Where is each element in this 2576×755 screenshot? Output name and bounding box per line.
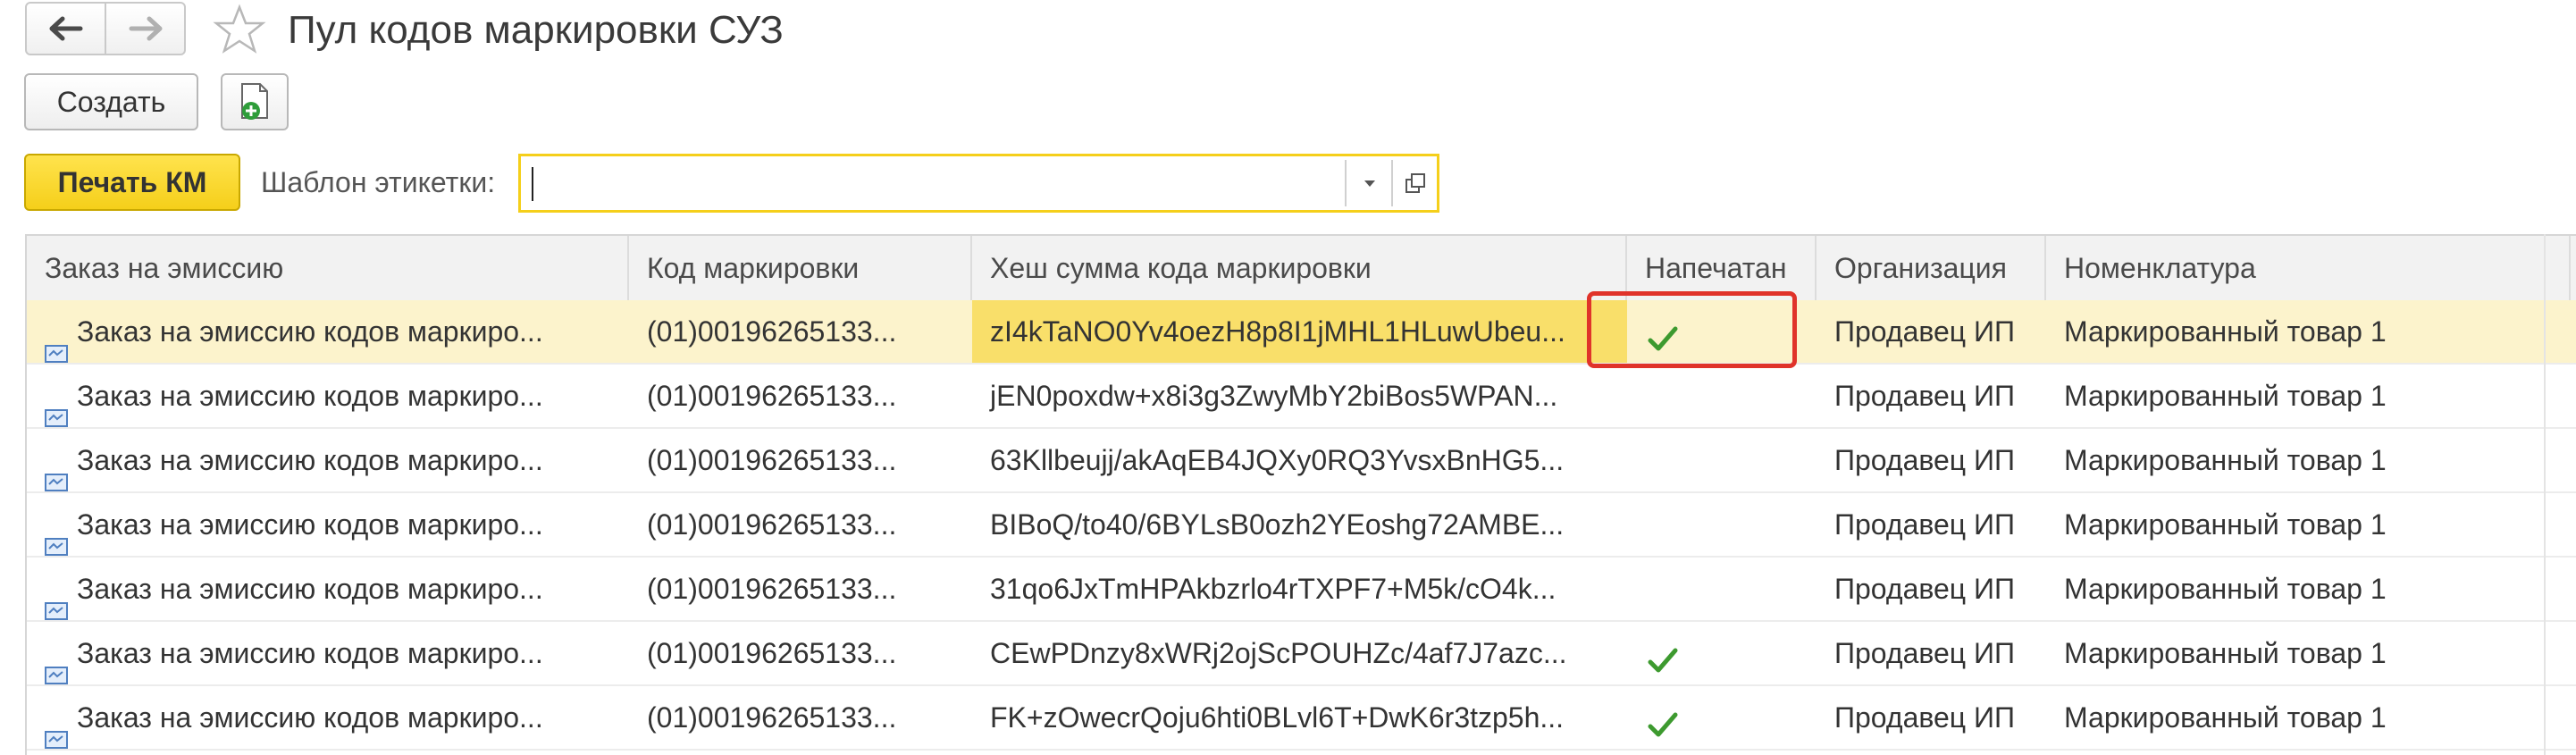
star-icon <box>213 4 266 54</box>
cell-nomenclature[interactable]: Маркированный товар 1 <box>2046 300 2571 363</box>
order-text: Заказ на эмиссию кодов маркиро... <box>77 315 543 348</box>
template-label: Шаблон этикетки: <box>261 166 496 198</box>
document-icon <box>45 643 68 684</box>
cell-code[interactable]: (01)00196265133... <box>629 558 972 620</box>
cell-printed[interactable] <box>1627 558 1817 620</box>
create-button[interactable]: Создать <box>24 73 198 130</box>
column-header-nomenclature[interactable]: Номенклатура <box>2046 236 2571 300</box>
table-row[interactable]: Заказ на эмиссию кодов маркиро... (01)001… <box>27 622 2576 686</box>
add-copy-button[interactable] <box>221 73 289 130</box>
cell-code[interactable]: (01)00196265133... <box>629 429 972 491</box>
back-button[interactable] <box>27 4 105 54</box>
cell-order[interactable]: Заказ на эмиссию кодов маркиро... <box>27 558 629 620</box>
page-title: Пул кодов маркировки СУЗ <box>288 8 784 52</box>
cell-nomenclature[interactable]: Маркированный товар 1 <box>2046 429 2571 491</box>
cell-code[interactable]: (01)00196265133... <box>629 686 972 749</box>
cell-printed[interactable] <box>1627 493 1817 556</box>
table-row[interactable]: Заказ на эмиссию кодов маркиро... (01)001… <box>27 686 2576 751</box>
cell-code[interactable]: (01)00196265133... <box>629 300 972 363</box>
order-text: Заказ на эмиссию кодов маркиро... <box>77 701 543 734</box>
cell-order[interactable]: Заказ на эмиссию кодов маркиро... <box>27 429 629 491</box>
cell-nomenclature[interactable]: Маркированный товар 1 <box>2046 686 2571 749</box>
table-row[interactable]: Заказ на эмиссию кодов маркиро... (01)001… <box>27 300 2576 365</box>
document-icon <box>45 386 68 427</box>
forward-arrow-icon <box>129 16 162 41</box>
document-icon <box>45 322 68 363</box>
cell-organization[interactable]: Продавец ИП <box>1817 365 2046 427</box>
cell-organization[interactable]: Продавец ИП <box>1817 300 2046 363</box>
order-text: Заказ на эмиссию кодов маркиро... <box>77 508 543 541</box>
order-text: Заказ на эмиссию кодов маркиро... <box>77 380 543 412</box>
printed-cell-highlight <box>1587 291 1797 368</box>
table-row[interactable]: Заказ на эмиссию кодов маркиро... (01)001… <box>27 493 2576 558</box>
template-open-button[interactable] <box>1391 160 1438 206</box>
table-row[interactable]: Заказ на эмиссию кодов маркиро... (01)001… <box>27 429 2576 493</box>
table-row[interactable]: Заказ на эмиссию кодов маркиро... (01)001… <box>27 365 2576 429</box>
back-arrow-icon <box>49 16 82 41</box>
cell-hash[interactable]: CEwPDnzy8xWRj2ojScPOUHZc/4af7J7azc... <box>972 622 1627 684</box>
cell-nomenclature[interactable]: Маркированный товар 1 <box>2046 493 2571 556</box>
cell-organization[interactable]: Продавец ИП <box>1817 429 2046 491</box>
cell-hash[interactable]: 63Kllbeujj/akAqEB4JQXy0RQ3YvsxBnHG5... <box>972 429 1627 491</box>
cell-nomenclature[interactable]: Маркированный товар 1 <box>2046 558 2571 620</box>
column-header-hash[interactable]: Хеш сумма кода маркировки <box>972 236 1627 300</box>
order-text: Заказ на эмиссию кодов маркиро... <box>77 573 543 605</box>
table-row[interactable]: Заказ на эмиссию кодов маркиро... (01)001… <box>27 558 2576 622</box>
column-header-organization[interactable]: Организация <box>1817 236 2046 300</box>
cell-order[interactable]: Заказ на эмиссию кодов маркиро... <box>27 622 629 684</box>
cell-nomenclature[interactable]: Маркированный товар 1 <box>2046 622 2571 684</box>
cell-order[interactable]: Заказ на эмиссию кодов маркиро... <box>27 300 629 363</box>
nav-buttons <box>25 2 186 55</box>
cell-hash[interactable]: zI4kTaNO0Yv4oezH8p8I1jMHL1HLuwUbeu... <box>972 300 1627 363</box>
cell-hash[interactable]: jEN0poxdw+x8i3g3ZwyMbY2biBos5WPAN... <box>972 365 1627 427</box>
cell-order[interactable]: Заказ на эмиссию кодов маркиро... <box>27 493 629 556</box>
cell-hash[interactable]: BIBoQ/to40/6BYLsB0ozh2YEoshg72AMBE... <box>972 493 1627 556</box>
template-input[interactable] <box>524 160 1357 206</box>
cell-printed[interactable] <box>1627 622 1817 684</box>
checkmark-icon <box>1647 699 1679 749</box>
document-icon <box>45 708 68 749</box>
template-dropdown-button[interactable] <box>1345 160 1393 206</box>
vertical-scrollbar-edge[interactable] <box>2544 234 2546 755</box>
dropdown-arrow-icon <box>1364 180 1375 187</box>
print-codes-button[interactable]: Печать КМ <box>24 154 240 211</box>
document-icon <box>45 450 68 491</box>
cell-printed[interactable] <box>1627 429 1817 491</box>
codes-table: Заказ на эмиссию Код маркировки Хеш сумм… <box>25 234 2576 755</box>
document-icon <box>45 515 68 556</box>
document-icon <box>45 579 68 620</box>
add-copy-icon <box>241 83 268 120</box>
cell-organization[interactable]: Продавец ИП <box>1817 622 2046 684</box>
column-header-order[interactable]: Заказ на эмиссию <box>27 236 629 300</box>
column-header-code[interactable]: Код маркировки <box>629 236 972 300</box>
cell-organization[interactable]: Продавец ИП <box>1817 558 2046 620</box>
cell-order[interactable]: Заказ на эмиссию кодов маркиро... <box>27 365 629 427</box>
table-header: Заказ на эмиссию Код маркировки Хеш сумм… <box>27 236 2576 302</box>
text-caret <box>532 167 533 201</box>
cell-nomenclature[interactable]: Маркированный товар 1 <box>2046 365 2571 427</box>
template-field <box>518 154 1439 213</box>
order-text: Заказ на эмиссию кодов маркиро... <box>77 637 543 669</box>
cell-printed[interactable] <box>1627 686 1817 749</box>
cell-code[interactable]: (01)00196265133... <box>629 365 972 427</box>
cell-order[interactable]: Заказ на эмиссию кодов маркиро... <box>27 686 629 749</box>
cell-organization[interactable]: Продавец ИП <box>1817 493 2046 556</box>
cell-hash[interactable]: FK+zOwecrQoju6hti0BLvl6T+DwK6r3tzp5h... <box>972 686 1627 749</box>
open-window-icon <box>1405 173 1425 193</box>
favorite-star-button[interactable] <box>213 4 266 57</box>
checkmark-icon <box>1647 634 1679 684</box>
cell-printed[interactable] <box>1627 365 1817 427</box>
cell-code[interactable]: (01)00196265133... <box>629 622 972 684</box>
cell-code[interactable]: (01)00196265133... <box>629 493 972 556</box>
cell-organization[interactable]: Продавец ИП <box>1817 686 2046 749</box>
forward-button[interactable] <box>105 4 184 54</box>
cell-hash[interactable]: 31qo6JxTmHPAkbzrlo4rTXPF7+M5k/cO4k... <box>972 558 1627 620</box>
order-text: Заказ на эмиссию кодов маркиро... <box>77 444 543 476</box>
